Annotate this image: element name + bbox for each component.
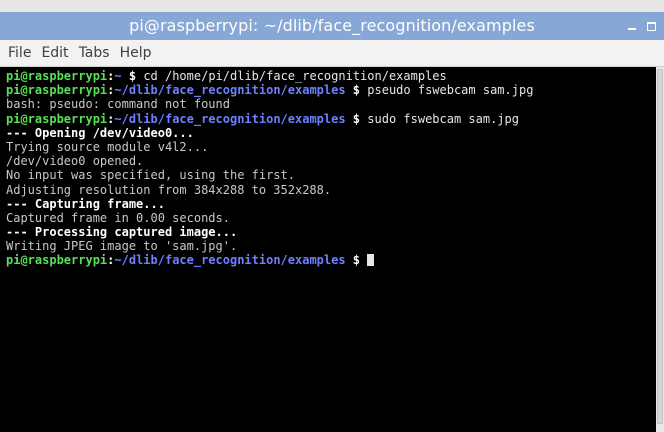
terminal-line: pi@raspberrypi:~/dlib/face_recognition/e… xyxy=(6,112,656,126)
output-heading: --- Processing captured image... xyxy=(6,225,238,240)
output-heading: --- Opening /dev/video0... xyxy=(6,125,194,140)
output-text: No input was specified, using the first. xyxy=(6,168,295,183)
terminal-line: pi@raspberrypi:~/dlib/face_recognition/e… xyxy=(6,83,656,97)
prompt-dollar: $ xyxy=(345,111,368,126)
prompt-user: pi@raspberrypi xyxy=(6,83,108,98)
prompt-user: pi@raspberrypi xyxy=(6,253,108,268)
title-bar[interactable]: pi@raspberrypi: ~/dlib/face_recognition/… xyxy=(0,12,664,40)
prompt-user: pi@raspberrypi xyxy=(6,111,108,126)
output-heading: --- Capturing frame... xyxy=(6,196,165,211)
terminal-line: pi@raspberrypi:~ $ cd /home/pi/dlib/face… xyxy=(6,69,656,83)
terminal-line: No input was specified, using the first. xyxy=(6,168,656,182)
terminal-line: --- Processing captured image... xyxy=(6,225,656,239)
prompt-user: pi@raspberrypi xyxy=(6,69,108,83)
menu-help[interactable]: Help xyxy=(120,45,152,61)
output-text: Writing JPEG image to 'sam.jpg'. xyxy=(6,239,238,254)
terminal-line: Trying source module v4l2... xyxy=(6,140,656,154)
output-text: Trying source module v4l2... xyxy=(6,139,209,154)
scrollbar[interactable] xyxy=(656,67,664,432)
prompt-dollar: $ xyxy=(345,253,368,268)
terminal-line: Adjusting resolution from 384x288 to 352… xyxy=(6,183,656,197)
minimize-icon[interactable] xyxy=(626,20,638,32)
terminal-output[interactable]: pi@raspberrypi:~ $ cd /home/pi/dlib/face… xyxy=(0,67,656,432)
terminal-line: --- Capturing frame... xyxy=(6,197,656,211)
menu-edit[interactable]: Edit xyxy=(41,45,68,61)
output-text: Captured frame in 0.00 seconds. xyxy=(6,210,230,225)
prompt-path: ~/dlib/face_recognition/examples xyxy=(114,111,346,126)
menu-bar: File Edit Tabs Help xyxy=(0,40,664,67)
prompt-path: ~/dlib/face_recognition/examples xyxy=(114,253,346,268)
text-cursor xyxy=(367,254,375,267)
terminal-line: pi@raspberrypi:~/dlib/face_recognition/e… xyxy=(6,253,656,267)
menu-tabs[interactable]: Tabs xyxy=(79,45,110,61)
scrollbar-thumb[interactable] xyxy=(657,69,663,424)
window-title: pi@raspberrypi: ~/dlib/face_recognition/… xyxy=(129,16,535,35)
prompt-dollar: $ xyxy=(345,83,368,98)
terminal-line: /dev/video0 opened. xyxy=(6,154,656,168)
command-text: cd /home/pi/dlib/face_recognition/exampl… xyxy=(143,69,447,83)
output-text: /dev/video0 opened. xyxy=(6,154,144,169)
output-text: bash: pseudo: command not found xyxy=(6,97,230,112)
terminal-line: Writing JPEG image to 'sam.jpg'. xyxy=(6,239,656,253)
terminal-window: pi@raspberrypi: ~/dlib/face_recognition/… xyxy=(0,12,664,432)
command-text: sudo fswebcam sam.jpg xyxy=(367,111,519,126)
prompt-dollar: $ xyxy=(121,69,144,83)
command-text: pseudo fswebcam sam.jpg xyxy=(367,83,534,98)
maximize-icon[interactable] xyxy=(645,20,657,32)
prompt-path: ~/dlib/face_recognition/examples xyxy=(114,83,346,98)
menu-file[interactable]: File xyxy=(8,45,31,61)
prompt-path: ~ xyxy=(114,69,122,83)
desktop-background xyxy=(0,0,664,13)
terminal-line: Captured frame in 0.00 seconds. xyxy=(6,211,656,225)
output-text: Adjusting resolution from 384x288 to 352… xyxy=(6,182,332,197)
terminal-line: bash: pseudo: command not found xyxy=(6,97,656,111)
terminal-line: --- Opening /dev/video0... xyxy=(6,126,656,140)
